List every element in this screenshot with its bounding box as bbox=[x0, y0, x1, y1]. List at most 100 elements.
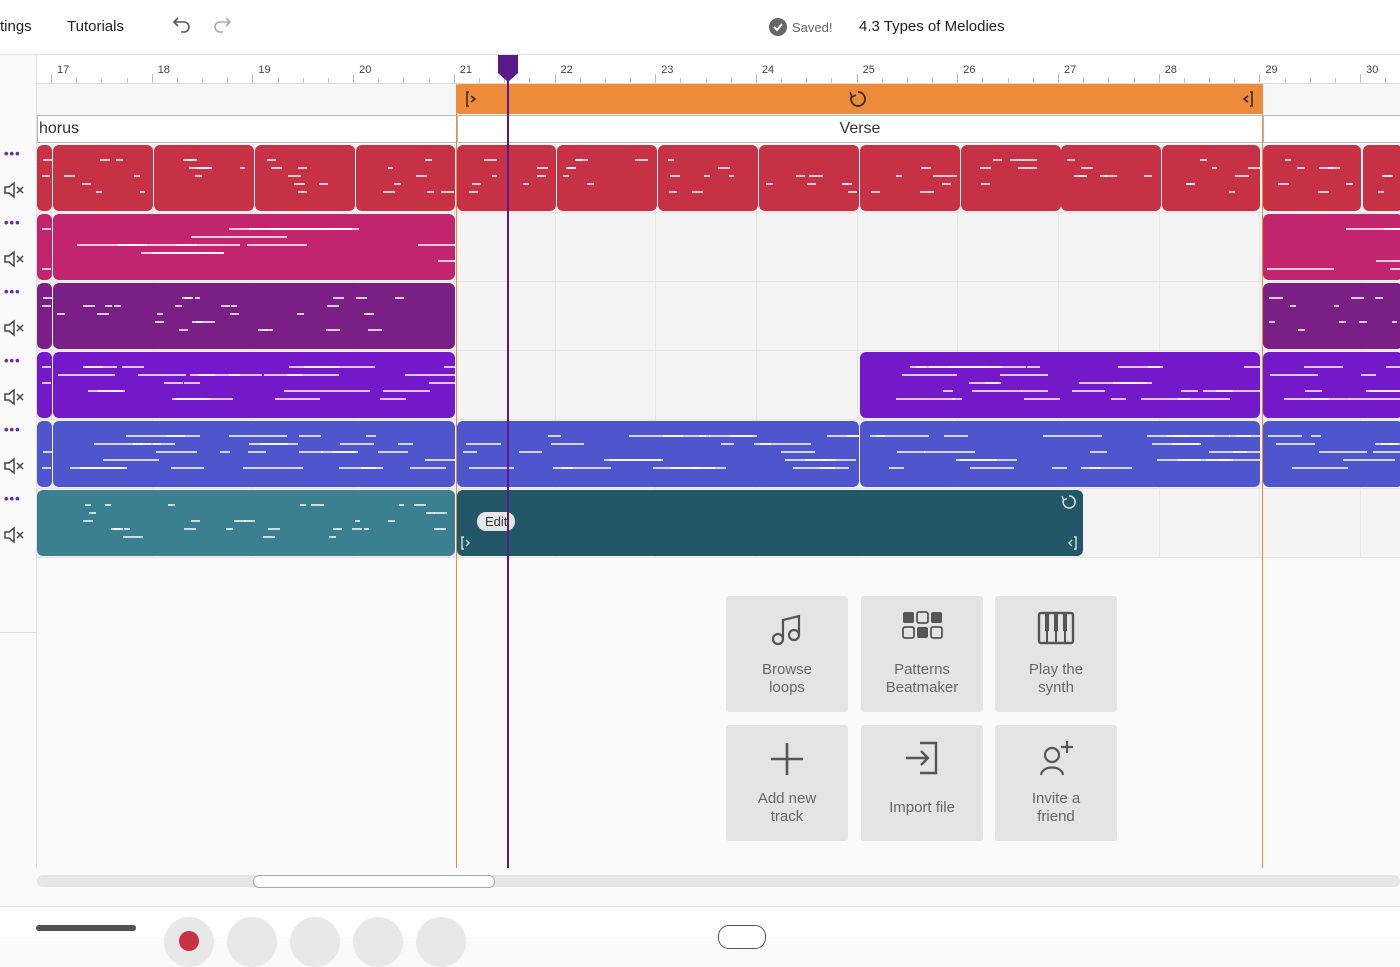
add-new-track-tile[interactable]: Add new track bbox=[726, 725, 848, 841]
track-clip[interactable] bbox=[1263, 214, 1400, 280]
track-menu-icon[interactable]: ••• bbox=[4, 285, 21, 298]
track-clip[interactable] bbox=[457, 421, 859, 487]
clip-end-handle-icon[interactable] bbox=[1065, 536, 1077, 550]
selected-clip[interactable]: Edit bbox=[457, 490, 1083, 556]
midi-note bbox=[42, 175, 50, 177]
mute-icon[interactable] bbox=[3, 526, 25, 544]
mute-icon[interactable] bbox=[3, 457, 25, 475]
track-menu-icon[interactable]: ••• bbox=[4, 147, 21, 160]
midi-note bbox=[320, 451, 358, 453]
track-clip[interactable] bbox=[53, 352, 455, 418]
loop-clip-icon[interactable] bbox=[1061, 494, 1077, 510]
rewind-button[interactable] bbox=[290, 917, 340, 967]
timeline-ruler[interactable]: 17 18 19 20 21 22 23 24 25 26 27 28 29 30 bbox=[37, 55, 1400, 84]
track-clip[interactable] bbox=[860, 352, 1260, 418]
midi-note bbox=[550, 443, 584, 445]
go-to-start-button[interactable] bbox=[227, 917, 277, 967]
import-file-tile[interactable]: Import file bbox=[861, 725, 983, 841]
track-clip[interactable] bbox=[1263, 421, 1400, 487]
track-clip[interactable] bbox=[658, 145, 758, 211]
section-next[interactable] bbox=[1263, 115, 1400, 143]
section-label: Verse bbox=[839, 120, 881, 137]
midi-note bbox=[99, 159, 110, 161]
track-clip[interactable] bbox=[1263, 283, 1400, 349]
loop-icon[interactable] bbox=[848, 89, 868, 109]
clip-start-handle-icon[interactable] bbox=[461, 536, 473, 550]
track-menu-icon[interactable]: ••• bbox=[4, 492, 21, 505]
mute-icon[interactable] bbox=[3, 250, 25, 268]
track-clip[interactable] bbox=[356, 145, 455, 211]
track-clip[interactable] bbox=[37, 490, 455, 556]
midi-note bbox=[57, 313, 65, 315]
track-clip[interactable] bbox=[1162, 145, 1260, 211]
midi-note bbox=[944, 175, 957, 177]
track-clip[interactable] bbox=[53, 421, 455, 487]
midi-note bbox=[1348, 398, 1400, 400]
midi-note bbox=[338, 467, 383, 469]
loop-region[interactable] bbox=[457, 84, 1263, 114]
fast-forward-button[interactable] bbox=[416, 917, 466, 967]
mute-icon[interactable] bbox=[3, 388, 25, 406]
mute-icon[interactable] bbox=[3, 181, 25, 199]
scrollbar-thumb[interactable] bbox=[253, 875, 495, 888]
edit-clip-button[interactable]: Edit bbox=[477, 512, 516, 531]
track-control-4: ••• bbox=[0, 352, 36, 421]
midi-note bbox=[1297, 167, 1305, 169]
play-synth-tile[interactable]: Play the synth bbox=[995, 596, 1117, 712]
midi-note bbox=[434, 512, 447, 514]
record-button[interactable] bbox=[164, 917, 214, 967]
midi-note bbox=[587, 183, 595, 185]
redo-icon[interactable] bbox=[210, 14, 234, 38]
midi-note bbox=[465, 443, 502, 445]
midi-note bbox=[164, 382, 183, 384]
track-clip[interactable] bbox=[53, 214, 455, 280]
track-clip[interactable] bbox=[154, 145, 254, 211]
ruler-tick bbox=[1309, 78, 1311, 83]
tile-label-line1: Play the bbox=[1028, 661, 1084, 678]
track-clip[interactable] bbox=[1061, 145, 1161, 211]
track-clip[interactable] bbox=[37, 214, 52, 280]
track-clip[interactable] bbox=[37, 352, 52, 418]
track-clip[interactable] bbox=[255, 145, 355, 211]
browse-loops-tile[interactable]: Browse loops bbox=[726, 596, 848, 712]
mute-icon[interactable] bbox=[3, 319, 25, 337]
patterns-beatmaker-tile[interactable]: Patterns Beatmaker bbox=[861, 596, 983, 712]
track-clip[interactable] bbox=[860, 145, 960, 211]
track-clip[interactable] bbox=[759, 145, 859, 211]
track-clip[interactable] bbox=[37, 421, 52, 487]
track-menu-icon[interactable]: ••• bbox=[4, 423, 21, 436]
midi-note bbox=[264, 374, 320, 376]
tile-label-line2: Beatmaker bbox=[885, 679, 959, 696]
midi-note bbox=[1113, 382, 1152, 384]
project-title[interactable]: 4.3 Types of Melodies bbox=[859, 18, 1005, 35]
play-button[interactable] bbox=[353, 917, 403, 967]
track-clip[interactable] bbox=[37, 145, 52, 211]
track-clip[interactable] bbox=[37, 283, 52, 349]
section-chorus[interactable]: horus bbox=[37, 115, 458, 143]
track-clip[interactable] bbox=[1263, 145, 1361, 211]
time-display bbox=[36, 925, 136, 931]
loop-start-handle-icon[interactable] bbox=[465, 90, 479, 108]
track-clip[interactable] bbox=[1363, 145, 1400, 211]
loop-end-handle-icon[interactable] bbox=[1240, 90, 1254, 108]
track-menu-icon[interactable]: ••• bbox=[4, 354, 21, 367]
track-clip[interactable] bbox=[557, 145, 657, 211]
undo-icon[interactable] bbox=[170, 14, 194, 38]
track-clip[interactable] bbox=[53, 145, 153, 211]
track-clip[interactable] bbox=[53, 283, 455, 349]
tutorials-link[interactable]: Tutorials bbox=[67, 18, 124, 35]
playhead-line[interactable] bbox=[507, 56, 509, 868]
invite-friend-tile[interactable]: Invite a friend bbox=[995, 725, 1117, 841]
playhead-handle-icon[interactable] bbox=[497, 55, 519, 83]
midi-note bbox=[258, 329, 268, 331]
track-clip[interactable] bbox=[1263, 352, 1400, 418]
settings-link[interactable]: tings bbox=[0, 18, 32, 35]
track-menu-icon[interactable]: ••• bbox=[4, 216, 21, 229]
horizontal-scrollbar[interactable] bbox=[37, 875, 1400, 887]
track-clip[interactable] bbox=[860, 421, 1260, 487]
metronome-toggle[interactable] bbox=[718, 925, 766, 949]
midi-note bbox=[1268, 297, 1283, 299]
section-verse[interactable]: Verse bbox=[457, 115, 1263, 143]
track-clip[interactable] bbox=[961, 145, 1061, 211]
midi-note bbox=[388, 520, 396, 522]
